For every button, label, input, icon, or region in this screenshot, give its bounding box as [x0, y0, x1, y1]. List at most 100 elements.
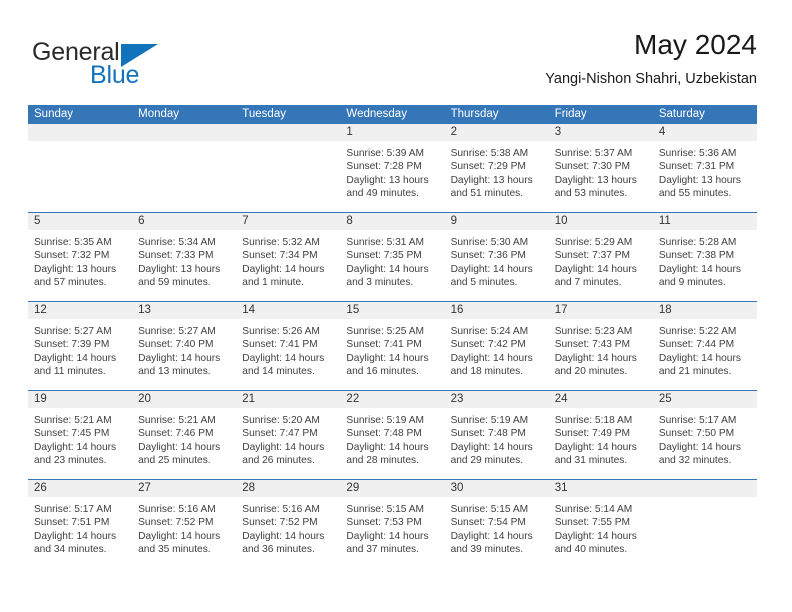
day-cell[interactable]: 2 Sunrise: 5:38 AM Sunset: 7:29 PM Daylight…	[444, 124, 549, 212]
daylight-text-line1: Daylight: 14 hours	[450, 530, 533, 542]
daylight-text-line1: Daylight: 13 hours	[346, 174, 429, 186]
sunrise-text: Sunrise: 5:15 AM	[346, 504, 425, 515]
day-cell[interactable]: 24 Sunrise: 5:18 AM Sunset: 7:49 PM Dayligh…	[548, 391, 653, 479]
sunset-text: Sunset: 7:41 PM	[242, 339, 318, 351]
day-sun-info	[28, 141, 132, 147]
sunrise-text: Sunrise: 5:38 AM	[450, 148, 529, 159]
day-sun-info: Sunrise: 5:27 AM Sunset: 7:40 PM Daylight:…	[132, 319, 236, 378]
daylight-text-line1: Daylight: 14 hours	[242, 352, 325, 364]
day-sun-info: Sunrise: 5:17 AM Sunset: 7:50 PM Daylight:…	[653, 408, 757, 467]
day-sun-info	[653, 497, 757, 503]
day-cell[interactable]: 20 Sunrise: 5:21 AM Sunset: 7:46 PM Dayligh…	[132, 391, 237, 479]
day-cell[interactable]: 9 Sunrise: 5:30 AM Sunset: 7:36 PM Daylight…	[444, 213, 549, 301]
sunrise-text: Sunrise: 5:31 AM	[346, 237, 425, 248]
sunset-text: Sunset: 7:55 PM	[554, 517, 631, 529]
day-sun-info: Sunrise: 5:27 AM Sunset: 7:39 PM Daylight:…	[28, 319, 132, 378]
day-cell[interactable]: 17 Sunrise: 5:23 AM Sunset: 7:43 PM Dayligh…	[548, 302, 653, 390]
day-number: 1	[340, 124, 445, 141]
calendar-weeks: 1 Sunrise: 5:39 AM Sunset: 7:28 PM Daylight…	[28, 124, 757, 568]
day-cell[interactable]: 12 Sunrise: 5:27 AM Sunset: 7:39 PM Dayligh…	[28, 302, 133, 390]
sunrise-text: Sunrise: 5:14 AM	[554, 504, 633, 515]
day-sun-info: Sunrise: 5:36 AM Sunset: 7:31 PM Daylight:…	[653, 141, 757, 200]
calendar-week-row: 5 Sunrise: 5:35 AM Sunset: 7:32 PM Daylight…	[28, 212, 757, 301]
day-cell[interactable]: 25 Sunrise: 5:17 AM Sunset: 7:50 PM Dayligh…	[652, 391, 757, 479]
day-cell[interactable]: 10 Sunrise: 5:29 AM Sunset: 7:37 PM Dayligh…	[548, 213, 653, 301]
daylight-text-line2: and 5 minutes.	[450, 276, 518, 288]
daylight-text-line1: Daylight: 13 hours	[138, 263, 221, 275]
day-number: 20	[132, 391, 237, 408]
day-number: 5	[28, 213, 133, 230]
day-cell[interactable]: 18 Sunrise: 5:22 AM Sunset: 7:44 PM Dayligh…	[652, 302, 757, 390]
daylight-text-line2: and 18 minutes.	[450, 365, 524, 377]
weekday-header-tuesday: Tuesday	[242, 108, 286, 120]
day-cell[interactable]: 23 Sunrise: 5:19 AM Sunset: 7:48 PM Dayligh…	[444, 391, 549, 479]
calendar-grid: Sunday Monday Tuesday Wednesday Thursday…	[28, 105, 757, 568]
logo-text-blue: Blue	[90, 61, 140, 89]
day-cell[interactable]: 30 Sunrise: 5:15 AM Sunset: 7:54 PM Dayligh…	[444, 480, 549, 568]
day-cell[interactable]: 22 Sunrise: 5:19 AM Sunset: 7:48 PM Dayligh…	[340, 391, 445, 479]
day-sun-info: Sunrise: 5:23 AM Sunset: 7:43 PM Daylight:…	[549, 319, 653, 378]
sunset-text: Sunset: 7:33 PM	[138, 250, 214, 262]
daylight-text-line2: and 31 minutes.	[554, 454, 628, 466]
day-cell[interactable]: 7 Sunrise: 5:32 AM Sunset: 7:34 PM Daylight…	[236, 213, 341, 301]
calendar-page: General Blue May 2024 Yangi-Nishon Shahr…	[0, 0, 792, 612]
day-cell-empty	[28, 124, 133, 212]
day-number: 30	[444, 480, 549, 497]
day-number: 6	[132, 213, 237, 230]
sunrise-text: Sunrise: 5:34 AM	[138, 237, 216, 248]
day-cell-empty	[236, 124, 341, 212]
daylight-text-line1: Daylight: 14 hours	[658, 263, 741, 275]
day-cell[interactable]: 4 Sunrise: 5:36 AM Sunset: 7:31 PM Daylight…	[652, 124, 757, 212]
daylight-text-line2: and 49 minutes.	[346, 187, 419, 199]
sunset-text: Sunset: 7:47 PM	[242, 428, 318, 440]
day-number: 29	[340, 480, 445, 497]
day-sun-info: Sunrise: 5:21 AM Sunset: 7:46 PM Daylight:…	[132, 408, 236, 467]
day-cell[interactable]: 15 Sunrise: 5:25 AM Sunset: 7:41 PM Dayligh…	[340, 302, 445, 390]
day-number: 23	[444, 391, 549, 408]
calendar-week-cells: 12 Sunrise: 5:27 AM Sunset: 7:39 PM Dayligh…	[28, 302, 757, 390]
day-sun-info	[132, 141, 236, 147]
sunset-text: Sunset: 7:48 PM	[450, 428, 526, 440]
general-blue-logo[interactable]: General Blue	[28, 32, 248, 92]
daylight-text-line2: and 14 minutes.	[242, 365, 315, 377]
day-cell[interactable]: 8 Sunrise: 5:31 AM Sunset: 7:35 PM Daylight…	[340, 213, 445, 301]
daylight-text-line2: and 34 minutes.	[34, 543, 107, 555]
page-title: May 2024	[634, 29, 757, 60]
sunset-text: Sunset: 7:50 PM	[658, 428, 735, 440]
daylight-text-line1: Daylight: 14 hours	[242, 441, 325, 453]
day-cell[interactable]: 5 Sunrise: 5:35 AM Sunset: 7:32 PM Daylight…	[28, 213, 133, 301]
day-cell[interactable]: 31 Sunrise: 5:14 AM Sunset: 7:55 PM Dayligh…	[548, 480, 653, 568]
day-cell[interactable]: 1 Sunrise: 5:39 AM Sunset: 7:28 PM Daylight…	[340, 124, 445, 212]
daylight-text-line1: Daylight: 14 hours	[450, 441, 533, 453]
day-cell[interactable]: 29 Sunrise: 5:15 AM Sunset: 7:53 PM Dayligh…	[340, 480, 445, 568]
day-number: 3	[548, 124, 653, 141]
daylight-text-line1: Daylight: 14 hours	[138, 441, 221, 453]
day-cell[interactable]: 26 Sunrise: 5:17 AM Sunset: 7:51 PM Dayligh…	[28, 480, 133, 568]
sunrise-text: Sunrise: 5:21 AM	[138, 415, 216, 426]
day-cell[interactable]: 3 Sunrise: 5:37 AM Sunset: 7:30 PM Daylight…	[548, 124, 653, 212]
day-cell[interactable]: 6 Sunrise: 5:34 AM Sunset: 7:33 PM Daylight…	[132, 213, 237, 301]
day-number: 31	[548, 480, 653, 497]
day-sun-info: Sunrise: 5:39 AM Sunset: 7:28 PM Daylight:…	[340, 141, 444, 200]
calendar-week-row: 19 Sunrise: 5:21 AM Sunset: 7:45 PM Dayligh…	[28, 390, 757, 479]
day-number: 18	[652, 302, 757, 319]
day-cell[interactable]: 14 Sunrise: 5:26 AM Sunset: 7:41 PM Dayligh…	[236, 302, 341, 390]
sunrise-text: Sunrise: 5:26 AM	[242, 326, 320, 337]
sunrise-text: Sunrise: 5:35 AM	[34, 237, 112, 248]
day-cell-empty	[132, 124, 237, 212]
day-cell[interactable]: 28 Sunrise: 5:16 AM Sunset: 7:52 PM Dayligh…	[236, 480, 341, 568]
daylight-text-line2: and 51 minutes.	[450, 187, 524, 199]
weekday-header-saturday: Saturday	[658, 108, 705, 120]
day-cell[interactable]: 13 Sunrise: 5:27 AM Sunset: 7:40 PM Dayligh…	[132, 302, 237, 390]
day-sun-info: Sunrise: 5:20 AM Sunset: 7:47 PM Daylight:…	[236, 408, 340, 467]
daylight-text-line1: Daylight: 14 hours	[346, 441, 429, 453]
day-cell[interactable]: 19 Sunrise: 5:21 AM Sunset: 7:45 PM Dayligh…	[28, 391, 133, 479]
day-cell[interactable]: 11 Sunrise: 5:28 AM Sunset: 7:38 PM Dayligh…	[652, 213, 757, 301]
daylight-text-line2: and 9 minutes.	[658, 276, 726, 288]
sunset-text: Sunset: 7:37 PM	[554, 250, 631, 262]
day-cell[interactable]: 16 Sunrise: 5:24 AM Sunset: 7:42 PM Dayligh…	[444, 302, 549, 390]
day-cell[interactable]: 27 Sunrise: 5:16 AM Sunset: 7:52 PM Dayligh…	[132, 480, 237, 568]
day-cell[interactable]: 21 Sunrise: 5:20 AM Sunset: 7:47 PM Dayligh…	[236, 391, 341, 479]
daylight-text-line2: and 1 minute.	[242, 276, 305, 288]
daylight-text-line1: Daylight: 13 hours	[554, 174, 637, 186]
